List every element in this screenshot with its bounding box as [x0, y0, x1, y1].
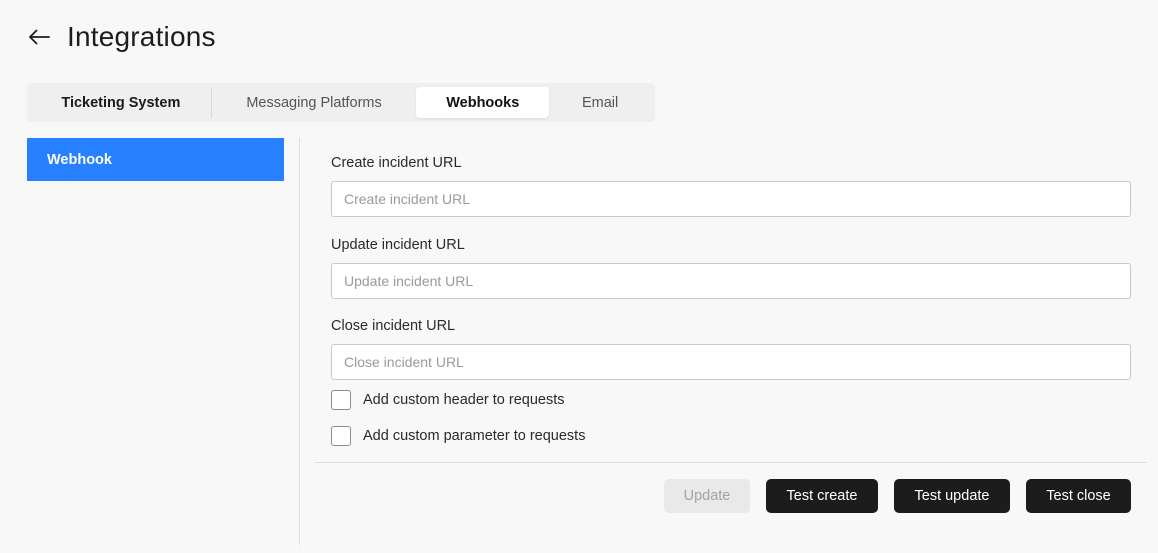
- arrow-left-icon: [29, 29, 50, 45]
- test-create-button[interactable]: Test create: [766, 479, 878, 513]
- create-url-label: Create incident URL: [331, 155, 462, 171]
- tab-ticketing-system[interactable]: Ticketing System: [31, 87, 211, 118]
- custom-parameter-checkbox[interactable]: [331, 426, 351, 446]
- vertical-divider: [299, 138, 300, 545]
- sidebar: Webhook: [27, 138, 284, 181]
- footer-divider: [315, 462, 1147, 463]
- custom-header-option[interactable]: Add custom header to requests: [331, 390, 565, 410]
- webhook-form: Create incident URL Update incident URL …: [331, 138, 1131, 380]
- close-url-label: Close incident URL: [331, 318, 456, 334]
- update-url-label: Update incident URL: [331, 237, 465, 253]
- integration-tabs: Ticketing System Messaging Platforms Web…: [27, 83, 655, 122]
- test-close-button[interactable]: Test close: [1026, 479, 1131, 513]
- page-title: Integrations: [67, 21, 216, 52]
- test-update-button[interactable]: Test update: [894, 479, 1010, 513]
- tab-messaging-platforms[interactable]: Messaging Platforms: [212, 87, 417, 118]
- integrations-page: Integrations Ticketing System Messaging …: [0, 0, 1158, 553]
- create-url-input[interactable]: [331, 181, 1131, 217]
- page-header: Integrations: [27, 18, 216, 56]
- close-url-input[interactable]: [331, 344, 1131, 380]
- tab-webhooks[interactable]: Webhooks: [416, 87, 550, 118]
- update-button[interactable]: Update: [664, 479, 750, 513]
- custom-header-checkbox[interactable]: [331, 390, 351, 410]
- update-url-input[interactable]: [331, 263, 1131, 299]
- custom-parameter-option[interactable]: Add custom parameter to requests: [331, 426, 585, 446]
- back-button[interactable]: [27, 25, 51, 49]
- sidebar-item-webhook[interactable]: Webhook: [27, 138, 284, 181]
- custom-header-label: Add custom header to requests: [363, 392, 565, 408]
- custom-parameter-label: Add custom parameter to requests: [363, 428, 586, 444]
- tab-email[interactable]: Email: [549, 87, 651, 118]
